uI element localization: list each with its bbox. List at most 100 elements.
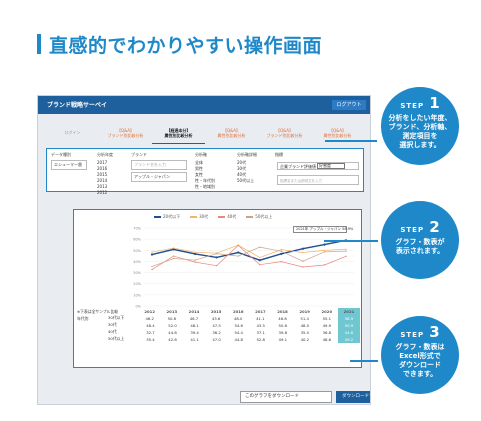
series-point[interactable] — [237, 244, 239, 247]
series-point[interactable] — [237, 251, 240, 254]
series-point[interactable] — [345, 248, 347, 250]
tab-sublabel: ブランド別比較分析 — [266, 133, 303, 138]
axis-column: 分析軸 全体 男性 女性 性・年代別 性・地域別 — [195, 152, 231, 190]
tab-login[interactable]: ログイン — [46, 126, 99, 144]
table-cell: 43.6 — [211, 316, 221, 321]
table-header: ※下表は全サンプル比較 2012 2013 2014 2015 2016 201… — [74, 308, 361, 315]
analysis-tabs: ログイン 【Q&A】 ブランド別比較分析 【経過本分】 属性別比較分析 【Q&A】属… — [46, 126, 364, 144]
series-point[interactable] — [301, 247, 304, 250]
series-point[interactable] — [302, 260, 304, 262]
series-point[interactable] — [194, 261, 196, 263]
table-cell: 36.2 — [212, 330, 221, 335]
tab-attribute-compare-active[interactable]: 【経過本分】 属性別比較分析 — [152, 126, 205, 144]
table-cell: 52.0 — [168, 323, 177, 328]
series-point[interactable] — [280, 250, 283, 252]
series-point[interactable] — [323, 243, 326, 246]
brand-selected[interactable]: アップル・ジャパン — [131, 172, 187, 182]
series-point[interactable] — [345, 250, 347, 252]
step2-connector — [324, 240, 378, 242]
table-cell: 48.4 — [146, 323, 155, 328]
series-point[interactable] — [215, 264, 218, 267]
tab-brand-compare-1[interactable]: 【Q&A】 ブランド別比較分析 — [99, 126, 152, 144]
table-cell: 35.4 — [146, 337, 155, 342]
series-point[interactable] — [172, 247, 175, 249]
tab-sublabel: 属性別比較分析 — [323, 133, 352, 138]
table-cell: 35.0 — [300, 330, 310, 335]
step1-callout: STEP 1 分析をしたい年度、 ブランド、分析軸、 測定項目を 選択します。 — [381, 87, 459, 165]
year-header: 2020 — [321, 309, 333, 314]
tab-attribute-compare-2[interactable]: 【Q&A】 属性別比較分析 — [205, 126, 258, 144]
y-tick-label: 20% — [133, 282, 141, 286]
series-label: 50代以上 — [108, 336, 125, 341]
table-cell: 37.1 — [256, 330, 265, 335]
series-point[interactable] — [194, 252, 197, 256]
download-bar: このグラフをダウンロード ダウンロードする — [240, 391, 370, 403]
chart-tooltip: 2021年 アップル・ジャパン 58.9% — [293, 226, 353, 233]
step1-connector — [325, 140, 377, 142]
table-cell: 39.8 — [278, 330, 287, 335]
series-point[interactable] — [215, 252, 218, 255]
series-point[interactable] — [151, 268, 153, 271]
table-cell: 58.9 — [337, 315, 361, 322]
series-point[interactable] — [259, 246, 261, 248]
app-title: ブランド戦略サーベイ — [47, 102, 108, 109]
brand-search-input[interactable]: ブランド名を入力 — [131, 160, 187, 170]
series-point[interactable] — [259, 263, 261, 266]
step3-callout: STEP 3 グラフ・数表は Excel形式で ダウンロード できます。 — [381, 316, 459, 394]
logout-button[interactable]: ログアウト — [332, 100, 366, 110]
data-type-select[interactable]: エシューマー層 — [51, 160, 87, 170]
series-point[interactable] — [323, 249, 326, 252]
download-select[interactable]: このグラフをダウンロード — [240, 391, 332, 403]
metric-search-input[interactable]: 指標名または説明文を入力 — [277, 175, 359, 185]
series-point[interactable] — [302, 251, 304, 254]
series-point[interactable] — [280, 260, 283, 263]
chart-panel: 20代以下 30代 40代 50代以上 70% 60% 50% 40% 30% 20% 10… — [73, 209, 362, 368]
year-option[interactable]: 2012 — [97, 190, 123, 196]
row-label — [74, 336, 139, 343]
series-point[interactable] — [194, 251, 196, 254]
series-line — [151, 244, 347, 270]
table-cell: 52.8 — [256, 337, 265, 342]
year-label: 分析年度 — [97, 152, 113, 157]
row-label — [74, 322, 139, 329]
app-window: ブランド戦略サーベイ ログアウト ログイン 【Q&A】 ブランド別比較分析 【経過… — [37, 95, 371, 405]
series-point[interactable] — [280, 248, 283, 251]
row-label: 年代別 — [77, 316, 89, 321]
table-header-label: ※下表は全サンプル比較 — [77, 309, 119, 314]
series-point[interactable] — [323, 264, 326, 266]
series-point[interactable] — [151, 265, 153, 268]
axis-list[interactable]: 全体 男性 女性 性・年代別 性・地域別 — [195, 160, 231, 190]
axis-option[interactable]: 性・地域別 — [195, 184, 231, 190]
series-point[interactable] — [345, 255, 347, 258]
download-button[interactable]: ダウンロードする — [336, 391, 370, 403]
series-point[interactable] — [215, 256, 218, 259]
table-cell: 47.5 — [212, 323, 221, 328]
step-number: 2 — [429, 218, 440, 236]
series-point[interactable] — [323, 251, 326, 253]
series-point[interactable] — [280, 252, 283, 255]
step-number: 3 — [429, 323, 440, 341]
series-point[interactable] — [150, 253, 154, 256]
series-point[interactable] — [151, 251, 153, 253]
series-point[interactable] — [258, 259, 261, 262]
series-point[interactable] — [259, 256, 261, 259]
year-list[interactable]: 2017 2016 2015 2014 2013 2012 — [97, 160, 123, 196]
item-column: 分析軸詳細 20代 30代 40代 50代以上 — [237, 152, 271, 184]
series-point[interactable] — [172, 257, 175, 260]
row-label — [74, 329, 139, 336]
series-point[interactable] — [302, 266, 304, 268]
tab-brand-compare-2[interactable]: 【Q&A】 ブランド別比較分析 — [258, 126, 311, 144]
step1-head: STEP 1 — [381, 93, 459, 112]
item-option[interactable]: 50代以上 — [237, 178, 271, 184]
table-cell: 44.6 — [337, 329, 360, 336]
series-point[interactable] — [172, 255, 175, 257]
table-cell: 36.8 — [322, 330, 332, 335]
table-cell: 32.7 — [146, 330, 155, 335]
metric-label: 指標 — [275, 152, 283, 157]
series-point[interactable] — [237, 255, 239, 257]
item-list[interactable]: 20代 30代 40代 50代以上 — [237, 160, 271, 184]
step2-text: グラフ・数表が 表示されます。 — [395, 238, 445, 255]
brand-column: ブランド ブランド名を入力 アップル・ジャパン — [131, 152, 187, 182]
series-point[interactable] — [194, 259, 196, 261]
metric-select[interactable]: 好感度 — [317, 163, 345, 169]
